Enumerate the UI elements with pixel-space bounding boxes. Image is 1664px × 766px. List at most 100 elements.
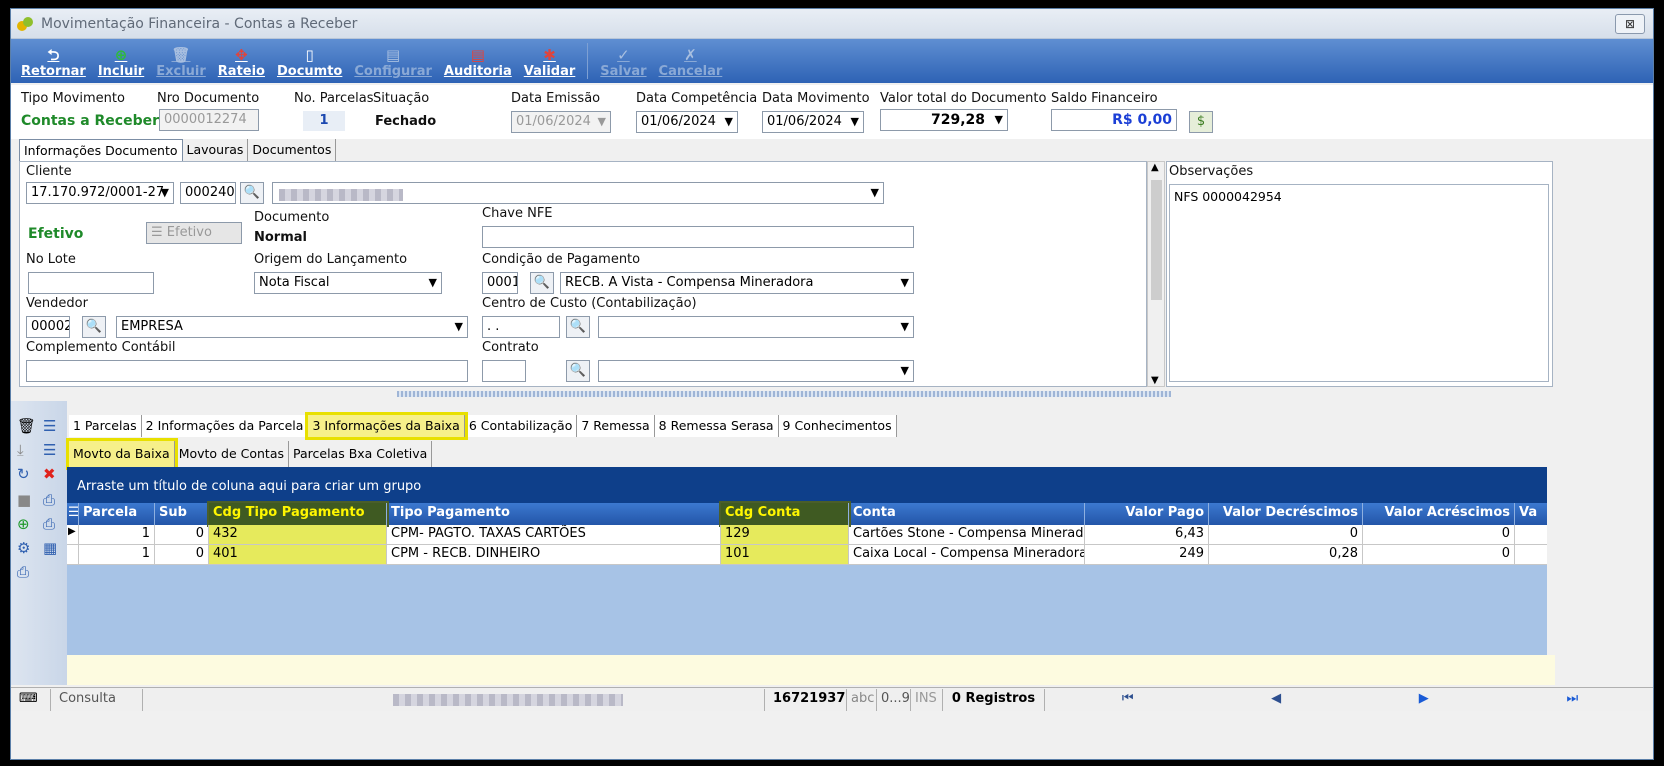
cliente-code-field[interactable]: 0002400	[180, 182, 236, 204]
condicao-code-field[interactable]: 0001	[482, 272, 518, 294]
col-valor-acrescimos[interactable]: Valor Acréscimos	[1363, 503, 1515, 525]
excluir-button[interactable]: 🗑 Excluir	[150, 46, 212, 83]
cliente-name-field[interactable]: ▼	[272, 182, 884, 204]
contrato-select[interactable]: ▼	[598, 360, 914, 382]
retornar-button[interactable]: ⮌ Retornar	[15, 46, 92, 83]
search-icon[interactable]: 🔍	[566, 316, 590, 338]
title-bar: Movimentação Financeira - Contas a Receb…	[11, 9, 1653, 39]
contrato-code-field[interactable]	[482, 360, 526, 382]
tab-movto-baixa[interactable]: Movto da Baixa	[66, 438, 178, 470]
table-row[interactable]: ▶ 1 0 432 CPM- PAGTO. TAXAS CARTÕES 129 …	[67, 525, 1547, 545]
form-scrollbar[interactable]: ▲ ▼	[1147, 161, 1165, 387]
grid-header: ☰ Parcela Sub Cdg Tipo Pagamento Tipo Pa…	[67, 501, 1547, 527]
origem-select[interactable]: Nota Fiscal ▼	[254, 272, 442, 294]
complemento-field[interactable]	[26, 360, 468, 382]
validar-button[interactable]: ✱ Validar	[518, 46, 582, 83]
col-sub[interactable]: Sub	[155, 503, 209, 525]
auditoria-label: Auditoria	[443, 64, 512, 79]
export-icon[interactable]: ⤓	[17, 441, 24, 459]
no-lote-field[interactable]	[28, 272, 154, 294]
chave-nfe-field[interactable]	[482, 226, 914, 248]
data-emissao-field[interactable]: 01/06/2024 ▼	[511, 111, 611, 133]
gear-icon[interactable]: ⚙	[17, 539, 30, 557]
vendedor-select[interactable]: EMPRESA ▼	[116, 316, 468, 338]
col-cdg-conta[interactable]: Cdg Conta	[719, 501, 851, 527]
next-record-icon[interactable]: ▶	[1419, 691, 1429, 709]
condicao-label: Condição de Pagamento	[482, 252, 641, 267]
last-record-icon[interactable]: ⏭	[1566, 691, 1578, 709]
documto-button[interactable]: ▯ Documto	[271, 46, 348, 83]
scrollbar-thumb[interactable]	[1151, 180, 1162, 300]
valor-total-field[interactable]: 729,28 ▼	[880, 109, 1008, 131]
keyboard-icon: ⌨	[11, 688, 51, 711]
col-valor-pago[interactable]: Valor Pago	[1085, 503, 1209, 525]
table-row[interactable]: 1 0 401 CPM - RECB. DINHEIRO 101 Caixa L…	[67, 545, 1547, 565]
data-competencia-label: Data Competência	[636, 91, 758, 106]
centro-custo-select[interactable]: ▼	[598, 316, 914, 338]
search-icon[interactable]: 🔍	[240, 182, 264, 204]
tab-informacoes-documento[interactable]: Informações Documento	[19, 139, 183, 161]
group-by-hint: Arraste um título de coluna aqui para cr…	[67, 467, 1547, 503]
first-record-icon[interactable]: ⏮	[1122, 691, 1134, 709]
printer-icon[interactable]: ⎙	[43, 491, 55, 509]
tab-conhecimentos[interactable]: 9 Conhecimentos	[779, 415, 897, 437]
chevron-down-icon[interactable]: ▼	[1151, 375, 1159, 386]
redacted-name	[279, 189, 403, 201]
tab-informacoes-parcela[interactable]: 2 Informações da Parcela	[142, 415, 309, 437]
condicao-select[interactable]: RECB. A Vista - Compensa Mineradora ▼	[560, 272, 914, 294]
saldo-label: Saldo Financeiro	[1051, 91, 1158, 106]
validar-label: Validar	[523, 64, 576, 79]
tab-contabilizacao[interactable]: 6 Contabilização	[465, 415, 578, 437]
col-cdg-tipo-pagamento[interactable]: Cdg Tipo Pagamento	[207, 501, 389, 527]
configurar-button[interactable]: ▤ Configurar	[348, 46, 438, 83]
trash-icon[interactable]: 🗑	[17, 417, 36, 435]
tab-remessa[interactable]: 7 Remessa	[577, 415, 655, 437]
col-tipo-pagamento[interactable]: Tipo Pagamento	[387, 503, 721, 525]
rateio-button[interactable]: ✥ Rateio	[212, 46, 271, 83]
square-icon[interactable]: ■	[17, 491, 31, 509]
refresh-icon[interactable]: ↻	[17, 465, 30, 483]
tab-documentos[interactable]: Documentos	[248, 139, 337, 161]
close-icon[interactable]: ✖	[43, 465, 56, 483]
chevron-up-icon[interactable]: ▲	[1151, 162, 1159, 173]
chave-nfe-label: Chave NFE	[482, 206, 553, 221]
vendedor-code-field[interactable]: 00002	[26, 316, 70, 338]
close-button[interactable]: ⊠	[1615, 14, 1645, 34]
salvar-button[interactable]: ✓ Salvar	[594, 46, 652, 83]
observacoes-textarea[interactable]: NFS 0000042954	[1169, 184, 1549, 382]
row-selector-header[interactable]: ☰	[67, 503, 79, 525]
cliente-cnpj-field[interactable]: 17.170.972/0001-27 ▼	[26, 182, 174, 204]
chevron-down-icon: ▼	[900, 364, 909, 377]
tab-informacoes-baixa[interactable]: 3 Informações da Baixa	[305, 412, 468, 440]
money-bag-icon[interactable]: $	[1189, 111, 1213, 133]
list-icon[interactable]: ☰	[43, 441, 56, 459]
incluir-button[interactable]: ⊕ Incluir	[92, 46, 150, 83]
col-conta[interactable]: Conta	[849, 503, 1085, 525]
search-icon[interactable]: 🔍	[82, 316, 106, 338]
tab-remessa-serasa[interactable]: 8 Remessa Serasa	[655, 415, 779, 437]
data-competencia-field[interactable]: 01/06/2024 ▼	[636, 111, 738, 133]
search-icon[interactable]: 🔍	[530, 272, 554, 294]
efetivo-button[interactable]: ☰ Efetivo	[146, 222, 242, 244]
auditoria-button[interactable]: ▤ Auditoria	[438, 46, 518, 83]
grid-icon[interactable]: ▦	[43, 539, 57, 557]
status-info	[143, 688, 765, 711]
printer-icon[interactable]: ⎙	[17, 563, 29, 581]
col-valor-decrescimos[interactable]: Valor Decréscimos	[1209, 503, 1363, 525]
previous-record-icon[interactable]: ◀	[1271, 691, 1281, 709]
tab-lavouras[interactable]: Lavouras	[183, 139, 249, 161]
printer-icon[interactable]: ⎙	[43, 515, 55, 533]
data-movimento-field[interactable]: 01/06/2024 ▼	[762, 111, 864, 133]
nro-documento-field[interactable]: 0000012274	[159, 109, 259, 131]
splitter-handle[interactable]	[397, 391, 1171, 397]
add-icon[interactable]: ⊕	[17, 515, 30, 533]
col-parcela[interactable]: Parcela	[79, 503, 155, 525]
centro-custo-code-field[interactable]: . .	[482, 316, 560, 338]
list-icon[interactable]: ☰	[43, 417, 56, 435]
col-va[interactable]: Va	[1515, 503, 1547, 525]
tab-parcelas-bxa-coletiva[interactable]: Parcelas Bxa Coletiva	[289, 441, 433, 467]
tab-movto-contas[interactable]: Movto de Contas	[175, 441, 290, 467]
cancelar-button[interactable]: ✗ Cancelar	[653, 46, 729, 83]
search-icon[interactable]: 🔍	[566, 360, 590, 382]
tab-parcelas[interactable]: 1 Parcelas	[69, 415, 142, 437]
